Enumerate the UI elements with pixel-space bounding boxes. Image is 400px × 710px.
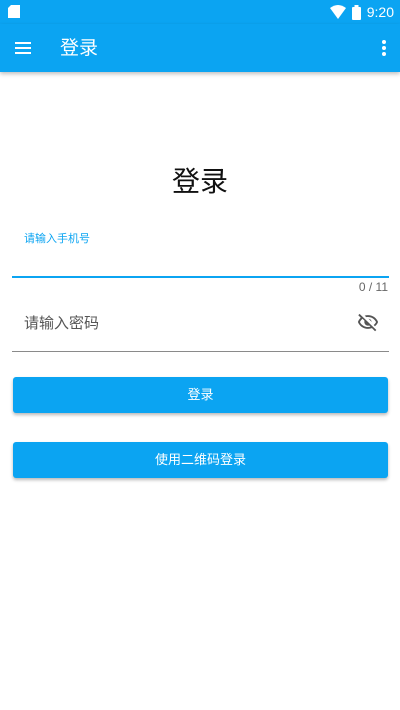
more-vert-icon[interactable] bbox=[372, 36, 396, 60]
status-bar: 9:20 bbox=[0, 0, 400, 24]
password-field-underline bbox=[12, 351, 389, 352]
password-input[interactable] bbox=[12, 308, 342, 338]
login-button[interactable]: 登录 bbox=[13, 377, 388, 413]
phone-field[interactable]: 请输入手机号 bbox=[12, 222, 389, 278]
app-title: 登录 bbox=[60, 37, 99, 59]
password-field[interactable] bbox=[12, 298, 389, 354]
phone-field-label: 请输入手机号 bbox=[24, 232, 90, 245]
app-bar: 登录 bbox=[0, 24, 400, 72]
status-icons: 9:20 bbox=[329, 0, 394, 24]
phone-char-counter: 0 / 11 bbox=[358, 280, 388, 294]
phone-input[interactable] bbox=[12, 246, 389, 274]
status-time: 9:20 bbox=[366, 4, 394, 20]
battery-icon bbox=[351, 4, 361, 20]
page-heading: 登录 bbox=[171, 165, 228, 198]
phone-field-underline bbox=[12, 276, 389, 278]
menu-icon[interactable] bbox=[12, 36, 36, 60]
visibility-off-icon[interactable] bbox=[357, 311, 379, 333]
sim-card-icon bbox=[8, 5, 20, 18]
wifi-icon bbox=[329, 5, 346, 19]
qr-login-button[interactable]: 使用二维码登录 bbox=[13, 442, 388, 478]
